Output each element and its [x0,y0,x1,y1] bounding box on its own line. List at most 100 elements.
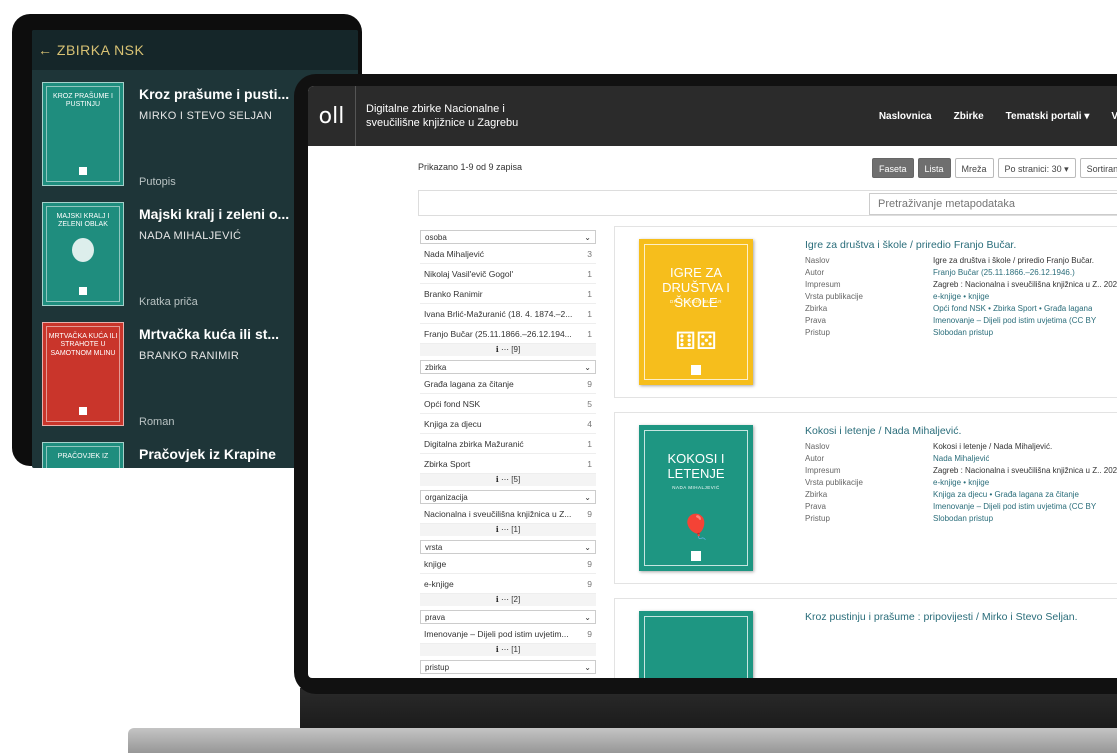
facet-more-button[interactable]: ℹ ⋯ [9] [420,344,596,356]
book-genre: Roman [139,416,175,428]
nav-link[interactable]: Tematski portali ▾ [1006,111,1090,122]
tablet-header[interactable]: ← ZBIRKA NSK [32,30,358,70]
facet-name: pristup [425,663,450,672]
facet-more-button[interactable]: ℹ ⋯ [1] [420,644,596,656]
facet-value[interactable]: Zbirka Sport 1 [420,454,596,474]
field-value[interactable]: Slobodan pristup [933,513,993,525]
facet-more-button[interactable]: ℹ ⋯ [2] [420,594,596,606]
facet-value-label: e-knjige [424,578,454,589]
facet-header[interactable]: prava ⌄ [420,610,596,624]
facet-value[interactable]: Digitalna zbirka Mažuranić 1 [420,434,596,454]
field-value[interactable]: Franjo Bučar (25.11.1866.–26.12.1946.) [933,267,1075,279]
site-name[interactable]: Digitalne zbirke Nacionalne i sveučilišn… [356,102,556,130]
chevron-down-icon[interactable]: ⌄ [584,491,591,503]
record-field: Prava Imenovanje – Dijeli pod istim uvjet… [805,501,1117,513]
facet-value[interactable]: Ivana Brlić-Mažuranić (18. 4. 1874.–2...… [420,304,596,324]
nav-link[interactable]: Zbirke [954,111,984,122]
record-title[interactable]: Igre za društva i škole / priredio Franj… [805,239,1016,251]
chevron-down-icon[interactable]: ⌄ [584,231,591,243]
facet-name: osoba [425,233,447,242]
cover-frame: MRTVAČKA KUĆA ILI STRAHOTE U SAMOTNOM ML… [46,326,120,422]
site-header: oll Digitalne zbirke Nacionalne i sveuči… [308,86,1117,146]
facet-value-count: 5 [587,398,592,409]
book-author: NADA MIHALJEVIĆ [139,230,242,242]
view-button[interactable]: Po stranici: 30 ▾ [997,158,1076,178]
facet-value-label: Zbirka Sport [424,458,471,469]
field-label: Impresum [805,466,841,475]
field-value: Kokosi i letenje / Nada Mihaljević. [933,442,1053,451]
facet-more-button[interactable]: ℹ ⋯ [1] [420,524,596,536]
facet-value[interactable]: Nikolaj Vasil'evič Gogol' 1 [420,264,596,284]
field-value[interactable]: Knjiga za djecu • Građa lagana za čitanj… [933,489,1079,501]
nav-link[interactable]: Naslovnica [879,111,932,122]
record-cover[interactable]: IGRE ZA DRUŠTVA I ŠKOLE DR. FRANJO BUČAR ⚅… [639,239,753,385]
facet-value[interactable]: Knjiga za djecu 4 [420,414,596,434]
facet-header[interactable]: organizacija ⌄ [420,490,596,504]
view-button[interactable]: Mreža [954,158,994,178]
book-cover[interactable]: PRAČOVJEK IZ [42,442,124,468]
field-value[interactable]: Opći fond NSK • Zbirka Sport • Građa lag… [933,303,1092,315]
facet-header[interactable]: vrsta ⌄ [420,540,596,554]
book-cover[interactable]: MRTVAČKA KUĆA ILI STRAHOTE U SAMOTNOM ML… [42,322,124,426]
record-cover[interactable] [639,611,753,678]
facet-value-count: 4 [587,418,592,429]
field-value[interactable]: Imenovanje – Dijeli pod istim uvjetima (… [933,315,1096,327]
collection-title[interactable]: ← ZBIRKA NSK [38,42,144,58]
view-button[interactable]: Sortiranje [1079,158,1117,178]
chevron-down-icon[interactable]: ⌄ [584,541,591,553]
facet-value-count: 1 [587,308,592,319]
field-value[interactable]: Nada Mihaljević [933,453,989,465]
field-label: Zbirka [805,304,828,313]
balloon-icon: 🎈 [681,514,711,541]
facet-header[interactable]: osoba ⌄ [420,230,596,244]
book-title[interactable]: Majski kralj i zeleni o... [139,206,289,222]
facet-value-label: Branko Ranimir [424,288,483,299]
facet-value-label: Franjo Bučar (25.11.1866.–26.12.194... [424,328,572,339]
record-cover[interactable]: KOKOSI I LETENJE NADA MIHALJEVIĆ 🎈 [639,425,753,571]
site-logo[interactable]: oll [308,86,356,146]
facet-value-count: 3 [587,248,592,259]
view-button[interactable]: Faseta [872,158,914,178]
chevron-down-icon[interactable]: ⌄ [584,361,591,373]
book-cover[interactable]: MAJSKI KRALJ I ZELENI OBLAK [42,202,124,306]
facet-value-label: knjige [424,558,447,569]
book-title[interactable]: Mrtvačka kuća ili st... [139,326,279,342]
facet-value[interactable]: Imenovanje – Dijeli pod istim uvjetim...… [420,624,596,644]
record-title[interactable]: Kokosi i letenje / Nada Mihaljević. [805,425,961,437]
field-value[interactable]: e-knjige • knjige [933,291,989,303]
facet-value[interactable]: Nada Mihaljević 3 [420,244,596,264]
facet-name: vrsta [425,543,443,552]
cover-title: MRTVAČKA KUĆA ILI STRAHOTE U SAMOTNOM ML… [48,333,118,357]
chevron-down-icon[interactable]: ⌄ [584,661,591,673]
metadata-search-input[interactable] [869,193,1117,215]
results-toolbar: Prikazano 1-9 od 9 zapisa Faseta Lista Mre… [418,156,1117,182]
nav-link[interactable]: Virtu [1111,111,1117,122]
facet-value[interactable]: Franjo Bučar (25.11.1866.–26.12.194... 1 [420,324,596,344]
facet-header[interactable]: zbirka ⌄ [420,360,596,374]
facet-value[interactable]: Građa lagana za čitanje 9 [420,374,596,394]
facet-name: prava [425,613,446,622]
facet-more-button[interactable]: ℹ ⋯ [5] [420,474,596,486]
field-value[interactable]: e-knjige • knjige [933,477,989,489]
field-value[interactable]: Imenovanje – Dijeli pod istim uvjetima (… [933,501,1096,513]
facet-value[interactable]: Opći fond NSK 5 [420,394,596,414]
chevron-down-icon[interactable]: ⌄ [584,611,591,623]
field-value: Zagreb : Nacionalna i sveučilišna knjižn… [933,280,1117,289]
record-field: Impresum Zagreb : Nacionalna i sveučilišn… [805,465,1117,477]
book-cover[interactable]: KROZ PRAŠUME I PUSTINJU [42,82,124,186]
facet-value[interactable]: e-knjige 9 [420,574,596,594]
facet-value[interactable]: Branko Ranimir 1 [420,284,596,304]
field-value[interactable]: Slobodan pristup [933,327,993,339]
book-genre: Kratka priča [139,296,198,308]
field-label: Autor [805,268,825,277]
book-title[interactable]: Pračovjek iz Krapine [139,446,276,462]
field-value: Zagreb : Nacionalna i sveučilišna knjižn… [933,466,1117,475]
facet-value[interactable]: Nacionalna i sveučilišna knjižnica u Z..… [420,504,596,524]
facet-value[interactable]: Slobodan pristup9 [420,674,596,678]
record-title[interactable]: Kroz pustinju i prašume : pripovijesti /… [805,611,1078,623]
tree-icon [72,237,94,262]
book-title[interactable]: Kroz prašume i pusti... [139,86,289,102]
facet-value[interactable]: knjige 9 [420,554,596,574]
facet-header[interactable]: pristup ⌄ [420,660,596,674]
view-button[interactable]: Lista [917,158,951,178]
